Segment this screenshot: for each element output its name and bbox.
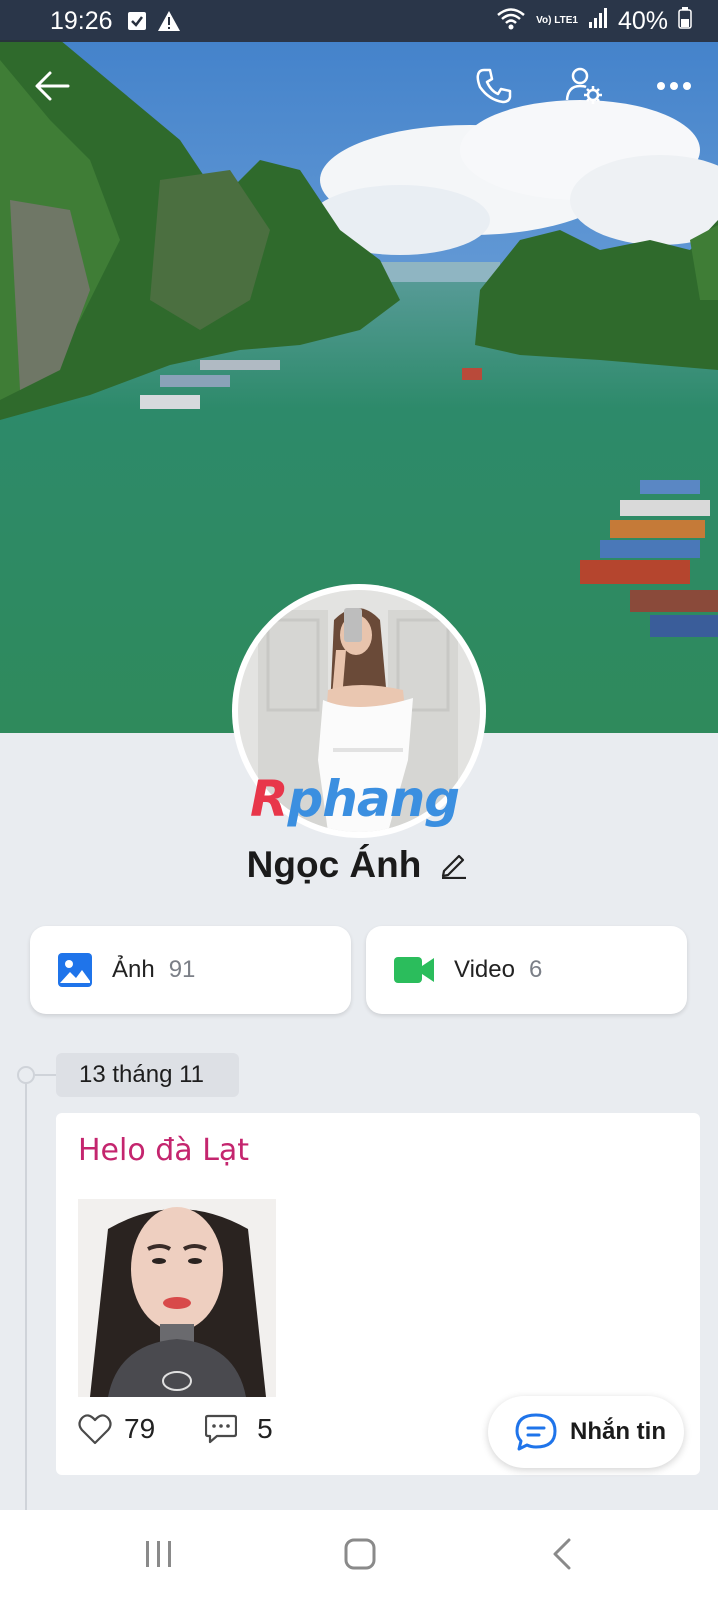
warning-icon [157, 10, 181, 32]
post-text: Helo đà Lạt [78, 1133, 250, 1168]
post-photo[interactable] [78, 1199, 276, 1397]
more-options-button[interactable] [646, 58, 702, 114]
timeline-dot [17, 1066, 35, 1084]
wifi-icon [496, 6, 526, 37]
edit-name-button[interactable] [437, 848, 471, 882]
call-button[interactable] [466, 58, 522, 114]
recent-apps-icon [146, 1541, 171, 1567]
like-button[interactable]: 79 [78, 1413, 155, 1445]
comment-button[interactable]: 5 [205, 1413, 273, 1445]
more-icon [657, 82, 691, 90]
videos-count: 6 [528, 956, 543, 983]
profile-name: Ngọc Ánh [246, 844, 422, 885]
like-count: 79 [124, 1413, 156, 1444]
back-icon [553, 1538, 571, 1570]
battery-icon [678, 6, 692, 36]
battery-text: 40% [617, 6, 668, 35]
timeline-date: 13 tháng 11 [56, 1053, 239, 1097]
profile-settings-button[interactable] [556, 58, 612, 114]
back-button[interactable] [24, 58, 80, 114]
timeline-line [25, 1074, 27, 1510]
top-action-bar [0, 58, 718, 118]
video-camera-icon [394, 957, 434, 983]
comment-count: 5 [257, 1413, 273, 1444]
timeline-connector [35, 1074, 57, 1076]
heart-icon [78, 1414, 112, 1445]
home-button[interactable] [320, 1524, 400, 1584]
pencil-icon [442, 854, 467, 879]
volte-icon: Vo) LTE1 [536, 15, 578, 26]
comment-icon [205, 1414, 238, 1444]
watermark-logo: Rphang [250, 770, 460, 828]
phone-icon [476, 68, 512, 104]
status-time: 19:26 [50, 6, 113, 35]
image-icon [58, 953, 92, 987]
user-settings-icon [565, 67, 602, 104]
photos-card[interactable]: Ảnh 91 [30, 926, 351, 1014]
message-button-label: Nhắn tin [570, 1418, 666, 1445]
photos-label: Ảnh [112, 956, 155, 983]
message-button[interactable]: Nhắn tin [488, 1396, 684, 1468]
signal-icon [588, 7, 608, 36]
checkbox-icon [127, 11, 147, 31]
nav-back-button[interactable] [522, 1524, 602, 1584]
photos-count: 91 [168, 956, 196, 983]
status-bar: 19:26 Vo) LTE1 40% [0, 0, 718, 42]
chat-bubble-icon [515, 1413, 557, 1451]
home-icon [344, 1538, 376, 1570]
system-nav-bar [0, 1510, 718, 1600]
profile-name-row: Ngọc Ánh [0, 844, 718, 886]
recent-apps-button[interactable] [119, 1524, 199, 1584]
videos-card[interactable]: Video 6 [366, 926, 687, 1014]
post-actions: 79 5 [78, 1413, 273, 1445]
videos-label: Video [454, 956, 515, 983]
back-arrow-icon [35, 71, 70, 101]
